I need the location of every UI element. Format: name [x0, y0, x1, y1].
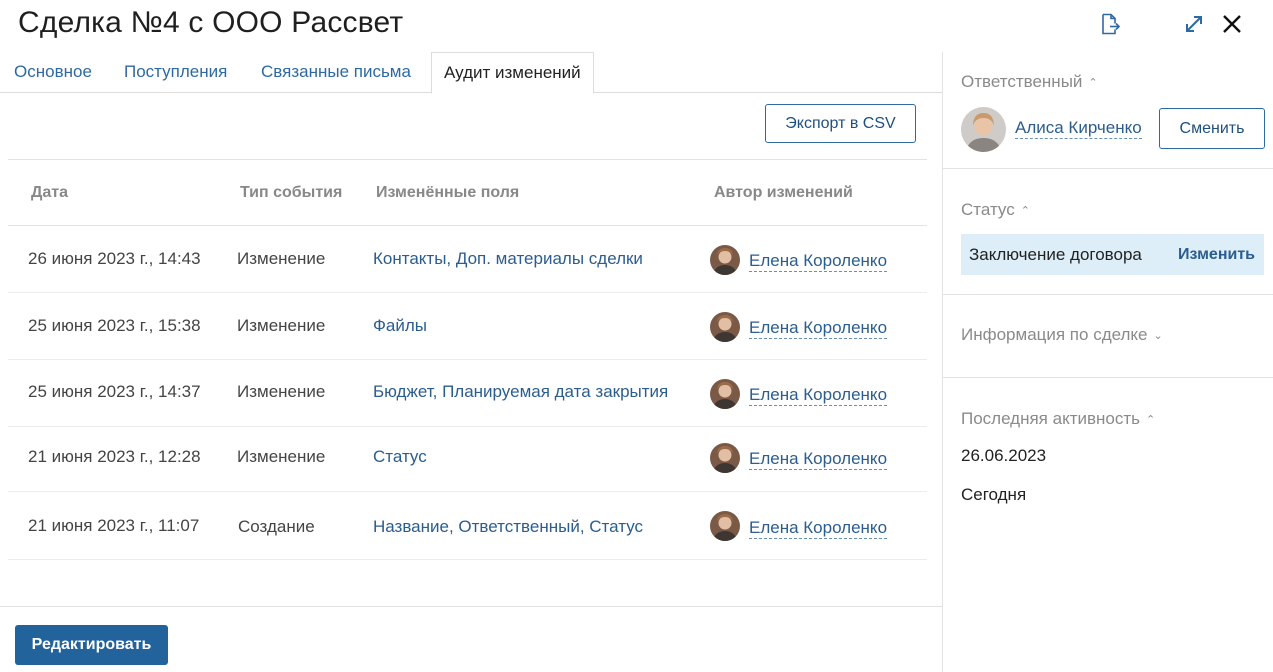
chevron-up-icon: ⌃ — [1146, 414, 1156, 427]
status-value: Заключение договора — [969, 245, 1142, 264]
sidebar-divider — [943, 294, 1273, 295]
sidebar: Ответственный ⌃ Алиса Кирченко Сменить Ст… — [942, 52, 1273, 672]
row-date: 21 июня 2023 г., 12:28 — [28, 447, 201, 466]
column-header-date[interactable]: Дата — [31, 160, 68, 226]
chevron-up-icon: ⌃ — [1020, 205, 1030, 218]
row-author-link[interactable]: Елена Короленко — [749, 449, 888, 470]
row-changed-fields[interactable]: Файлы — [373, 316, 427, 336]
last-activity-heading: Последняя активность — [961, 409, 1140, 428]
last-activity-section-toggle[interactable]: Последняя активность ⌃ — [961, 409, 1155, 429]
responsible-name-link[interactable]: Алиса Кирченко — [1015, 118, 1142, 139]
table-row: 21 июня 2023 г., 11:07 Создание Название… — [8, 492, 927, 560]
row-event-type: Изменение — [237, 249, 326, 268]
close-icon[interactable] — [1218, 10, 1246, 38]
status-section-toggle[interactable]: Статус ⌃ — [961, 200, 1030, 220]
change-responsible-button[interactable]: Сменить — [1159, 108, 1265, 149]
sidebar-divider — [943, 168, 1273, 169]
deal-info-heading: Информация по сделке — [961, 325, 1148, 344]
column-header-changed-fields[interactable]: Изменённые поля — [376, 160, 519, 226]
author-avatar — [710, 511, 740, 541]
status-box: Заключение договора Изменить — [961, 234, 1264, 275]
expand-icon[interactable] — [1180, 10, 1208, 38]
table-row: 21 июня 2023 г., 12:28 Изменение Статус … — [8, 427, 927, 492]
row-author-link[interactable]: Елена Короленко — [749, 518, 888, 539]
author-avatar — [710, 312, 740, 342]
tab-audit[interactable]: Аудит изменений — [431, 52, 594, 94]
table-row: 25 июня 2023 г., 15:38 Изменение Файлы Е… — [8, 293, 927, 360]
row-changed-fields[interactable]: Бюджет, Планируемая дата закрытия — [373, 382, 668, 402]
row-author-link[interactable]: Елена Короленко — [749, 251, 888, 272]
column-header-author[interactable]: Автор изменений — [714, 160, 853, 226]
responsible-section-toggle[interactable]: Ответственный ⌃ — [961, 72, 1098, 92]
export-csv-button[interactable]: Экспорт в CSV — [765, 104, 916, 143]
row-changed-fields[interactable]: Статус — [373, 447, 427, 467]
export-icon[interactable] — [1096, 10, 1124, 38]
responsible-avatar — [961, 107, 1006, 152]
tab-main[interactable]: Основное — [14, 52, 92, 93]
footer-divider — [0, 606, 942, 607]
audit-table: Дата Тип события Изменённые поля Автор и… — [8, 159, 927, 560]
row-event-type: Изменение — [237, 447, 326, 466]
edit-button[interactable]: Редактировать — [15, 625, 168, 665]
row-date: 26 июня 2023 г., 14:43 — [28, 249, 201, 268]
tab-related-emails[interactable]: Связанные письма — [261, 52, 411, 93]
row-date: 21 июня 2023 г., 11:07 — [28, 516, 200, 535]
row-author-link[interactable]: Елена Короленко — [749, 385, 888, 406]
author-avatar — [710, 245, 740, 275]
row-date: 25 июня 2023 г., 15:38 — [28, 316, 201, 335]
row-changed-fields[interactable]: Название, Ответственный, Статус — [373, 517, 643, 537]
sidebar-divider — [943, 377, 1273, 378]
author-avatar — [710, 443, 740, 473]
tab-bar: Основное Поступления Связанные письма Ау… — [0, 52, 942, 94]
author-avatar — [710, 379, 740, 409]
table-header: Дата Тип события Изменённые поля Автор и… — [8, 159, 927, 226]
row-event-type: Изменение — [237, 382, 326, 401]
page-title: Сделка №4 с ООО Рассвет — [18, 6, 404, 39]
chevron-down-icon: ⌄ — [1153, 330, 1163, 343]
table-row: 26 июня 2023 г., 14:43 Изменение Контакт… — [8, 226, 927, 293]
last-activity-relative: Сегодня — [961, 485, 1027, 504]
row-date: 25 июня 2023 г., 14:37 — [28, 382, 201, 401]
chevron-up-icon: ⌃ — [1088, 77, 1098, 90]
tab-receipts[interactable]: Поступления — [124, 52, 227, 93]
row-event-type: Изменение — [237, 316, 326, 335]
deal-info-section-toggle[interactable]: Информация по сделке ⌄ — [961, 325, 1163, 345]
row-changed-fields[interactable]: Контакты, Доп. материалы сделки — [373, 249, 643, 269]
column-header-event-type[interactable]: Тип события — [240, 160, 342, 226]
table-row: 25 июня 2023 г., 14:37 Изменение Бюджет,… — [8, 360, 927, 427]
row-author-link[interactable]: Елена Короленко — [749, 318, 888, 339]
change-status-link[interactable]: Изменить — [1178, 246, 1255, 264]
row-event-type: Создание — [238, 517, 315, 536]
status-heading: Статус — [961, 200, 1015, 219]
last-activity-date: 26.06.2023 — [961, 446, 1047, 465]
responsible-heading: Ответственный — [961, 72, 1083, 91]
